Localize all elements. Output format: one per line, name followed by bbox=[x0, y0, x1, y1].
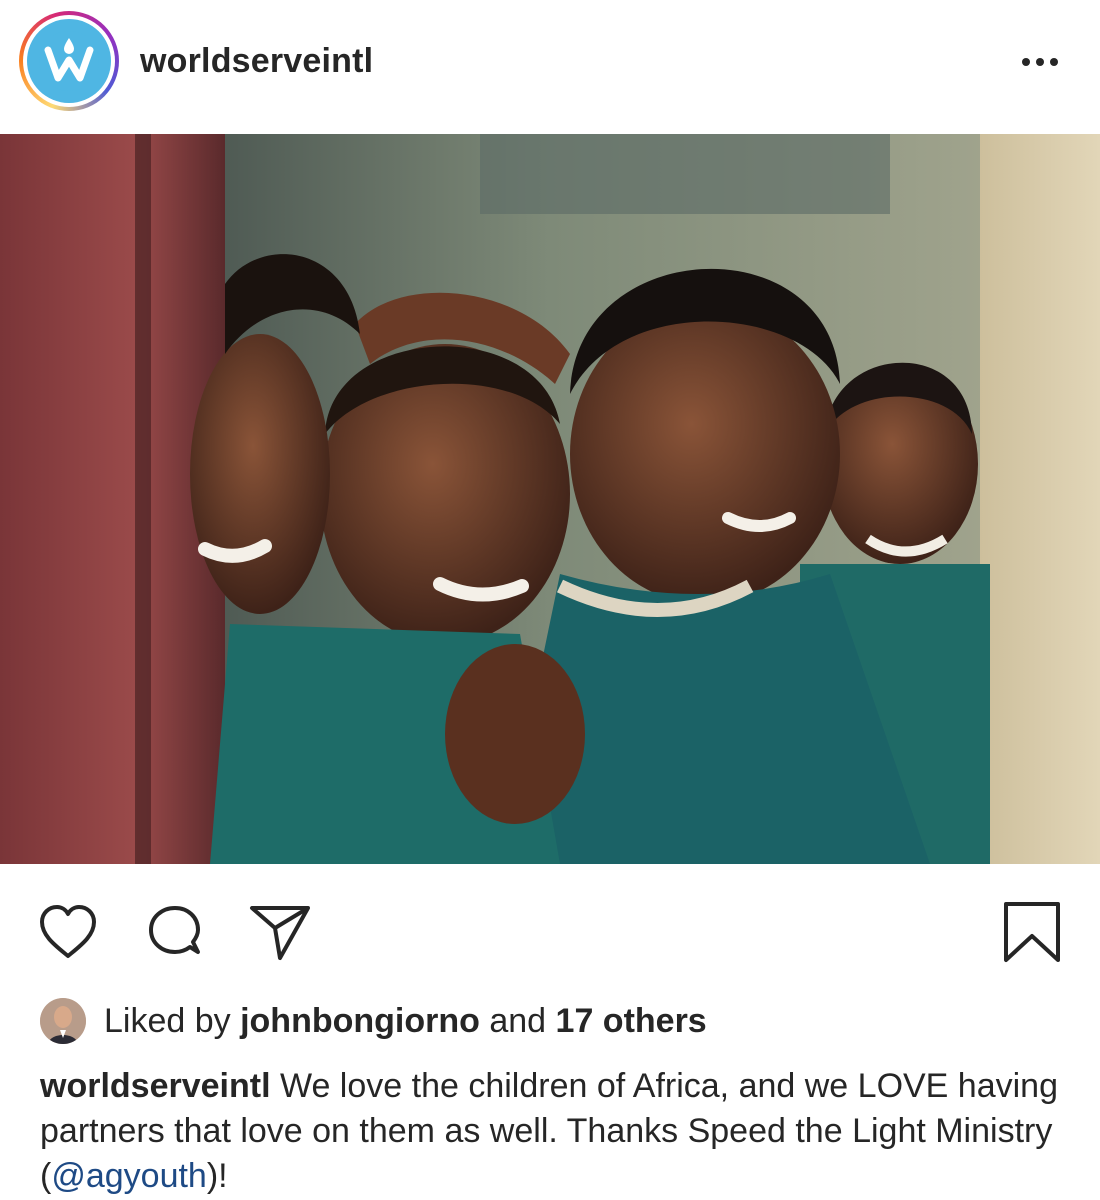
liker-avatar[interactable] bbox=[40, 998, 86, 1044]
heart-icon[interactable] bbox=[36, 900, 100, 964]
post-photo[interactable] bbox=[0, 134, 1100, 864]
instagram-post: worldserveintl Liked by johnbongiorno an… bbox=[0, 0, 1100, 1200]
caption-mention-link[interactable]: @agyouth bbox=[51, 1157, 207, 1195]
likes-others-count[interactable]: 17 others bbox=[556, 1002, 707, 1041]
likes-prefix: Liked by bbox=[104, 1001, 231, 1040]
more-options-icon[interactable] bbox=[1018, 44, 1062, 80]
caption-username[interactable]: worldserveintl bbox=[40, 1067, 271, 1105]
share-icon[interactable] bbox=[248, 900, 312, 964]
likes-connector: and bbox=[489, 1001, 547, 1040]
caption-text-end: )! bbox=[206, 1157, 228, 1195]
post-caption: worldserveintl We love the children of A… bbox=[40, 1064, 1070, 1199]
post-actions-bar bbox=[0, 864, 1100, 994]
comment-icon[interactable] bbox=[143, 900, 207, 964]
likes-summary[interactable]: Liked by johnbongiorno and 17 others bbox=[40, 996, 707, 1046]
post-username[interactable]: worldserveintl bbox=[140, 42, 373, 81]
story-ring[interactable] bbox=[19, 11, 119, 111]
bookmark-icon[interactable] bbox=[1000, 900, 1064, 964]
liker-username[interactable]: johnbongiorno bbox=[240, 1002, 480, 1041]
post-header: worldserveintl bbox=[0, 0, 1100, 134]
worldserve-logo-icon bbox=[27, 19, 111, 103]
